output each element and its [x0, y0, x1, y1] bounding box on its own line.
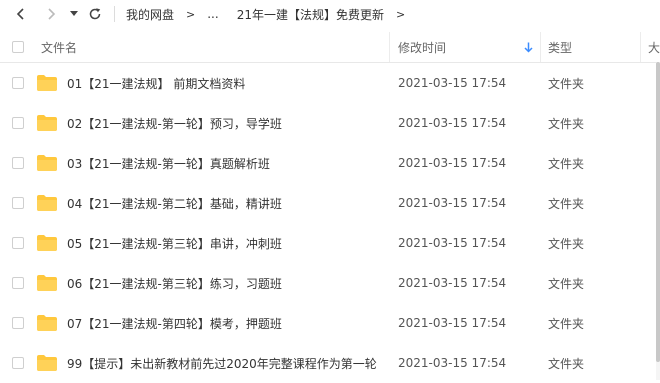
chevron-right-icon	[48, 8, 56, 20]
file-name[interactable]: 99【提示】未出新教材前先过2020年完整课程作为第一轮	[67, 343, 377, 383]
file-row[interactable]: 99【提示】未出新教材前先过2020年完整课程作为第一轮 2021-03-15 1…	[0, 343, 660, 383]
folder-icon	[37, 275, 57, 291]
column-header-name[interactable]: 文件名	[41, 32, 77, 62]
scrollbar-thumb[interactable]	[656, 62, 660, 362]
file-name[interactable]: 01【21一建法规】 前期文档资料	[67, 63, 245, 103]
file-type: 文件夹	[548, 356, 585, 371]
breadcrumb-separator-icon: >	[186, 7, 196, 21]
file-row[interactable]: 04【21一建法规-第二轮】基础，精讲班 2021-03-15 17:54 文件夹	[0, 183, 660, 223]
file-row[interactable]: 02【21一建法规-第一轮】预习，导学班 2021-03-15 17:54 文件夹	[0, 103, 660, 143]
refresh-icon	[89, 8, 101, 20]
row-checkbox[interactable]	[12, 157, 24, 169]
toolbar: 我的网盘 > ... 21年一建【法规】免费更新 >	[0, 0, 660, 28]
file-modified: 2021-03-15 17:54	[398, 356, 507, 370]
row-checkbox[interactable]	[12, 357, 24, 369]
file-row[interactable]: 06【21一建法规-第三轮】练习，习题班 2021-03-15 17:54 文件夹	[0, 263, 660, 303]
row-checkbox[interactable]	[12, 277, 24, 289]
folder-icon	[37, 235, 57, 251]
file-type: 文件夹	[548, 276, 585, 291]
file-list-header: 文件名 修改时间 类型 大	[0, 32, 660, 63]
history-dropdown[interactable]	[68, 3, 80, 25]
chevron-left-icon	[16, 8, 24, 20]
file-type: 文件夹	[548, 196, 585, 211]
file-name[interactable]: 05【21一建法规-第三轮】串讲，冲刺班	[67, 223, 282, 263]
file-type: 文件夹	[548, 76, 585, 91]
folder-icon	[37, 195, 57, 211]
back-button[interactable]	[12, 3, 30, 25]
file-row[interactable]: 05【21一建法规-第三轮】串讲，冲刺班 2021-03-15 17:54 文件夹	[0, 223, 660, 263]
file-modified: 2021-03-15 17:54	[398, 116, 507, 130]
breadcrumb-ellipsis[interactable]: ...	[207, 7, 218, 21]
breadcrumb-root[interactable]: 我的网盘	[126, 6, 174, 23]
column-divider[interactable]	[540, 32, 541, 62]
file-type: 文件夹	[548, 156, 585, 171]
sort-arrow-down-icon[interactable]	[524, 32, 533, 62]
file-modified: 2021-03-15 17:54	[398, 196, 507, 210]
file-row[interactable]: 01【21一建法规】 前期文档资料 2021-03-15 17:54 文件夹	[0, 63, 660, 103]
row-checkbox[interactable]	[12, 117, 24, 129]
file-name[interactable]: 07【21一建法规-第四轮】模考，押题班	[67, 303, 282, 343]
file-modified: 2021-03-15 17:54	[398, 156, 507, 170]
folder-icon	[37, 355, 57, 371]
column-divider[interactable]	[389, 32, 390, 62]
toolbar-divider	[114, 6, 115, 22]
folder-icon	[37, 315, 57, 331]
breadcrumb: 我的网盘 > ... 21年一建【法规】免费更新 >	[126, 0, 417, 28]
file-modified: 2021-03-15 17:54	[398, 316, 507, 330]
caret-down-icon	[70, 11, 78, 16]
file-modified: 2021-03-15 17:54	[398, 276, 507, 290]
column-header-size[interactable]: 大	[648, 32, 660, 62]
file-modified: 2021-03-15 17:54	[398, 236, 507, 250]
refresh-button[interactable]	[86, 3, 104, 25]
forward-button[interactable]	[42, 3, 60, 25]
folder-icon	[37, 75, 57, 91]
folder-icon	[37, 115, 57, 131]
column-header-modified[interactable]: 修改时间	[398, 32, 446, 62]
file-name[interactable]: 03【21一建法规-第一轮】真题解析班	[67, 143, 270, 183]
file-row[interactable]: 03【21一建法规-第一轮】真题解析班 2021-03-15 17:54 文件夹	[0, 143, 660, 183]
row-checkbox[interactable]	[12, 197, 24, 209]
column-divider[interactable]	[640, 32, 641, 62]
row-checkbox[interactable]	[12, 77, 24, 89]
file-row[interactable]: 07【21一建法规-第四轮】模考，押题班 2021-03-15 17:54 文件夹	[0, 303, 660, 343]
file-name[interactable]: 02【21一建法规-第一轮】预习，导学班	[67, 103, 282, 143]
breadcrumb-current[interactable]: 21年一建【法规】免费更新	[237, 6, 384, 23]
select-all-checkbox[interactable]	[12, 41, 24, 53]
column-header-type[interactable]: 类型	[548, 32, 572, 62]
file-type: 文件夹	[548, 316, 585, 331]
folder-icon	[37, 155, 57, 171]
row-checkbox[interactable]	[12, 317, 24, 329]
file-modified: 2021-03-15 17:54	[398, 76, 507, 90]
file-name[interactable]: 06【21一建法规-第三轮】练习，习题班	[67, 263, 282, 303]
file-type: 文件夹	[548, 236, 585, 251]
file-type: 文件夹	[548, 116, 585, 131]
file-name[interactable]: 04【21一建法规-第二轮】基础，精讲班	[67, 183, 282, 223]
breadcrumb-separator-icon: >	[395, 7, 406, 21]
row-checkbox[interactable]	[12, 237, 24, 249]
